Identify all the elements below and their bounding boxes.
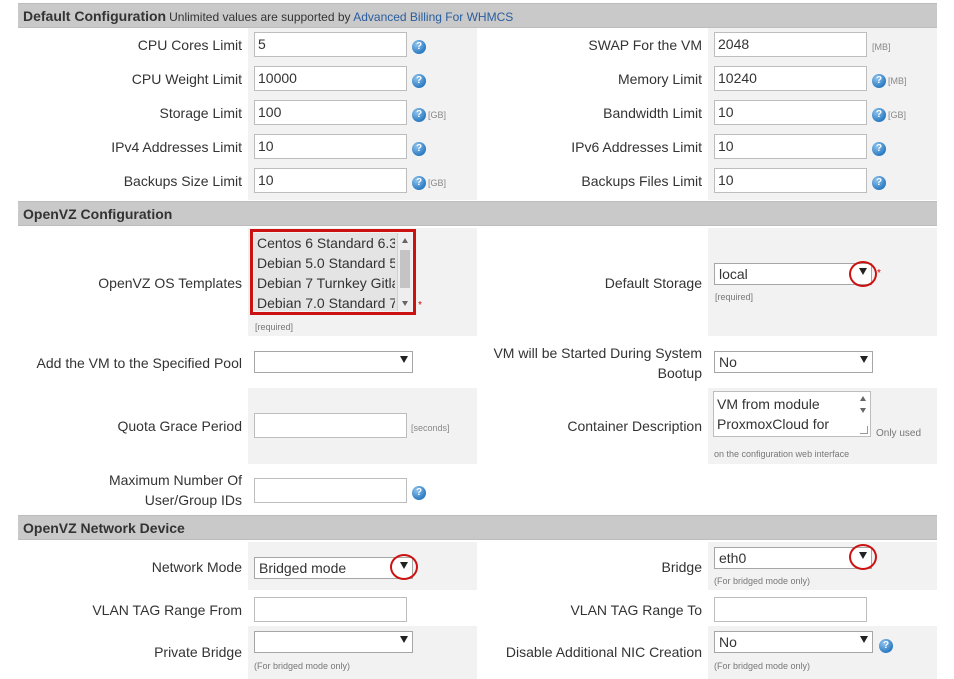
vlan-to-input[interactable] bbox=[714, 597, 867, 622]
section-openvz-configuration: OpenVZ Configuration bbox=[18, 201, 937, 226]
pool-select[interactable] bbox=[254, 351, 413, 373]
chevron-down-icon bbox=[860, 356, 868, 363]
network-mode-label: Network Mode bbox=[151, 559, 242, 575]
backups-size-label: Backups Size Limit bbox=[123, 173, 242, 189]
max-ids-input[interactable] bbox=[254, 478, 407, 503]
ipv6-input[interactable]: 10 bbox=[714, 134, 867, 159]
section-default-configuration: Default Configuration Unlimited values ar… bbox=[18, 3, 937, 28]
swap-input[interactable]: 2048 bbox=[714, 32, 867, 57]
disable-nic-note: (For bridged mode only) bbox=[714, 661, 811, 671]
help-icon[interactable]: ? bbox=[872, 74, 886, 88]
cpu-weight-input[interactable]: 10000 bbox=[254, 66, 407, 91]
section-subtitle: Unlimited values are supported by Advanc… bbox=[169, 10, 514, 24]
os-templates-label: OpenVZ OS Templates bbox=[98, 275, 242, 291]
private-bridge-select[interactable] bbox=[254, 631, 413, 653]
storage-unit: [GB] bbox=[428, 110, 447, 120]
pool-label: Add the VM to the Specified Pool bbox=[36, 355, 242, 371]
started-bootup-label-1: VM will be Started During System bbox=[493, 345, 702, 361]
highlight-circle bbox=[849, 261, 877, 287]
scroll-up-icon[interactable] bbox=[860, 396, 866, 401]
required-marker: * bbox=[418, 300, 422, 311]
default-storage-label: Default Storage bbox=[604, 275, 702, 291]
ipv4-label: IPv4 Addresses Limit bbox=[111, 139, 242, 155]
highlight-box bbox=[250, 229, 416, 315]
container-desc-note-2: on the configuration web interface bbox=[714, 449, 850, 459]
backups-files-input[interactable]: 10 bbox=[714, 168, 867, 193]
default-storage-required: [required] bbox=[715, 292, 754, 302]
container-desc-label: Container Description bbox=[567, 418, 702, 434]
help-icon[interactable]: ? bbox=[872, 108, 886, 122]
memory-label: Memory Limit bbox=[617, 71, 702, 87]
help-icon[interactable]: ? bbox=[412, 176, 426, 190]
quota-grace-input[interactable] bbox=[254, 413, 407, 438]
help-icon[interactable]: ? bbox=[412, 108, 426, 122]
section-title: OpenVZ Configuration bbox=[23, 206, 173, 222]
disable-nic-select[interactable]: No bbox=[714, 631, 873, 653]
max-ids-label-1: Maximum Number Of bbox=[108, 472, 242, 488]
bandwidth-label: Bandwidth Limit bbox=[603, 105, 702, 121]
private-bridge-note: (For bridged mode only) bbox=[254, 661, 351, 671]
scroll-down-icon[interactable] bbox=[860, 408, 866, 413]
backups-size-input[interactable]: 10 bbox=[254, 168, 407, 193]
private-bridge-label: Private Bridge bbox=[154, 644, 242, 660]
quota-grace-label: Quota Grace Period bbox=[117, 418, 242, 434]
started-bootup-label-2: Bootup bbox=[657, 365, 702, 381]
ipv6-label: IPv6 Addresses Limit bbox=[571, 139, 702, 155]
highlight-circle bbox=[849, 544, 877, 570]
help-icon[interactable]: ? bbox=[412, 142, 426, 156]
container-desc-note-1: Only used bbox=[876, 428, 922, 439]
help-icon[interactable]: ? bbox=[872, 176, 886, 190]
storage-label: Storage Limit bbox=[159, 105, 242, 121]
bandwidth-input[interactable]: 10 bbox=[714, 100, 867, 125]
bridge-note: (For bridged mode only) bbox=[714, 576, 811, 586]
swap-label: SWAP For the VM bbox=[588, 37, 702, 53]
help-icon[interactable]: ? bbox=[412, 74, 426, 88]
section-title: Default Configuration bbox=[23, 8, 167, 24]
chevron-down-icon bbox=[400, 636, 408, 643]
os-templates-required: [required] bbox=[255, 322, 294, 332]
vlan-from-input[interactable] bbox=[254, 597, 407, 622]
resize-grip-icon[interactable] bbox=[860, 426, 868, 434]
backups-files-label: Backups Files Limit bbox=[581, 173, 702, 189]
swap-unit: [MB] bbox=[872, 42, 891, 52]
cpu-cores-label: CPU Cores Limit bbox=[137, 37, 242, 53]
memory-unit: [MB] bbox=[888, 76, 907, 86]
bridge-label: Bridge bbox=[661, 559, 702, 575]
section-openvz-network-device: OpenVZ Network Device bbox=[18, 515, 937, 540]
advanced-billing-link[interactable]: Advanced Billing For WHMCS bbox=[353, 10, 513, 24]
ipv4-input[interactable]: 10 bbox=[254, 134, 407, 159]
backups-size-unit: [GB] bbox=[428, 178, 447, 188]
section-title: OpenVZ Network Device bbox=[23, 520, 185, 536]
help-icon[interactable]: ? bbox=[412, 40, 426, 54]
help-icon[interactable]: ? bbox=[412, 486, 426, 500]
memory-input[interactable]: 10240 bbox=[714, 66, 867, 91]
container-desc-textarea[interactable]: VM from module ProxmoxCloud for bbox=[713, 391, 871, 437]
max-ids-label-2: User/Group IDs bbox=[144, 492, 242, 508]
help-icon[interactable]: ? bbox=[872, 142, 886, 156]
vlan-to-label: VLAN TAG Range To bbox=[570, 602, 702, 618]
storage-input[interactable]: 100 bbox=[254, 100, 407, 125]
vlan-from-label: VLAN TAG Range From bbox=[92, 602, 242, 618]
chevron-down-icon bbox=[860, 636, 868, 643]
cpu-cores-input[interactable]: 5 bbox=[254, 32, 407, 57]
chevron-down-icon bbox=[400, 356, 408, 363]
highlight-circle bbox=[390, 554, 418, 580]
disable-nic-label: Disable Additional NIC Creation bbox=[505, 644, 702, 660]
quota-grace-unit: [seconds] bbox=[411, 423, 450, 433]
started-bootup-select[interactable]: No bbox=[714, 351, 873, 373]
help-icon[interactable]: ? bbox=[879, 639, 893, 653]
cpu-weight-label: CPU Weight Limit bbox=[131, 71, 242, 87]
bandwidth-unit: [GB] bbox=[888, 110, 907, 120]
required-marker: * bbox=[877, 268, 881, 279]
